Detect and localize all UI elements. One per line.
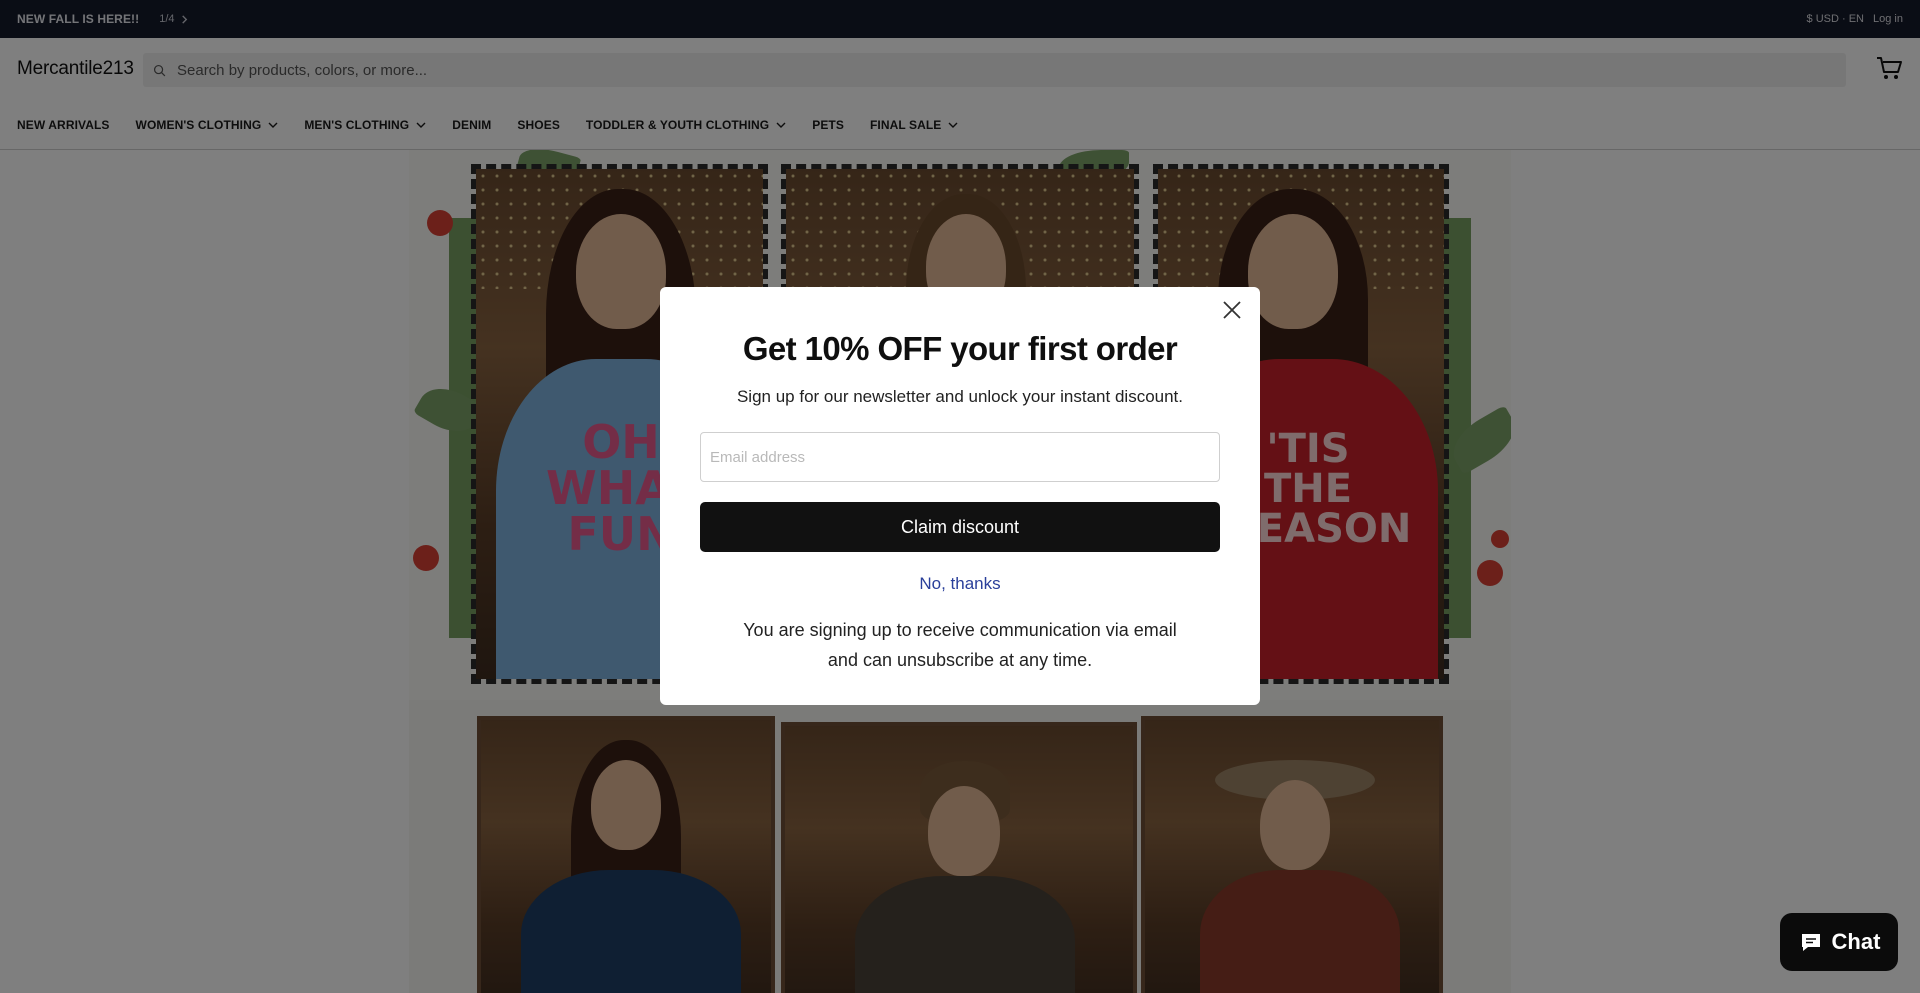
chat-label: Chat [1831,929,1881,954]
consent-text: You are signing up to receive communicat… [743,620,1177,670]
newsletter-modal: Get 10% OFF your first order Sign up for… [660,287,1260,705]
modal-subtitle: Sign up for our newsletter and unlock yo… [736,387,1184,406]
close-icon[interactable] [1221,299,1243,321]
claim-discount-button[interactable]: Claim discount [700,502,1220,552]
no-thanks-link[interactable]: No, thanks [660,574,1260,594]
modal-title: Get 10% OFF your first order [742,330,1178,367]
chat-bubble-icon [1801,934,1820,951]
chat-button[interactable]: Chat [1780,913,1898,971]
email-field[interactable] [700,432,1220,482]
